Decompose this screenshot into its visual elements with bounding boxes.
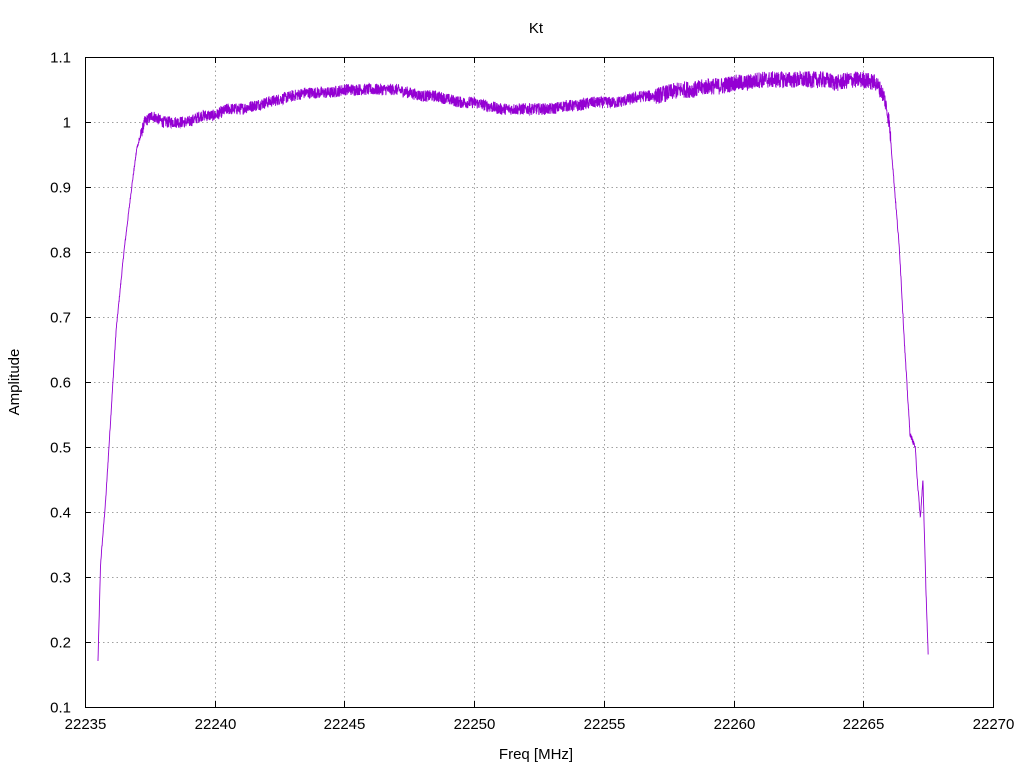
- chart: 22235 22240 22245 22250 22255 22260 22265 22270…: [6, 20, 1014, 763]
- y-tick-label: 0.3: [50, 570, 71, 587]
- ticks: 22235 22240 22245 22250 22255 22260 22265 22270…: [50, 50, 1014, 734]
- x-tick-label: 22240: [195, 716, 237, 733]
- y-tick-label: 1: [63, 115, 71, 132]
- y-tick-label: 0.5: [50, 440, 71, 457]
- x-tick-label: 22270: [973, 716, 1015, 733]
- series-line: [97, 70, 929, 661]
- x-axis-label: Freq [MHz]: [499, 746, 573, 763]
- y-tick-label: 0.9: [50, 180, 71, 197]
- x-tick-label: 22265: [843, 716, 885, 733]
- x-tick-label: 22250: [454, 716, 496, 733]
- chart-title: Kt: [529, 20, 544, 37]
- series-line-path: [97, 70, 929, 661]
- y-tick-label: 0.6: [50, 375, 71, 392]
- grid: [85, 57, 993, 707]
- y-tick-label: 0.7: [50, 310, 71, 327]
- x-tick-label: 22255: [584, 716, 626, 733]
- x-tick-label: 22245: [324, 716, 366, 733]
- y-tick-label: 1.1: [50, 50, 71, 67]
- y-tick-label: 0.4: [50, 505, 71, 522]
- x-tick-label: 22260: [714, 716, 756, 733]
- x-tick-label: 22235: [65, 716, 107, 733]
- y-tick-label: 0.1: [50, 700, 71, 717]
- y-tick-label: 0.2: [50, 635, 71, 652]
- y-axis-label: Amplitude: [6, 349, 23, 416]
- y-tick-label: 0.8: [50, 245, 71, 262]
